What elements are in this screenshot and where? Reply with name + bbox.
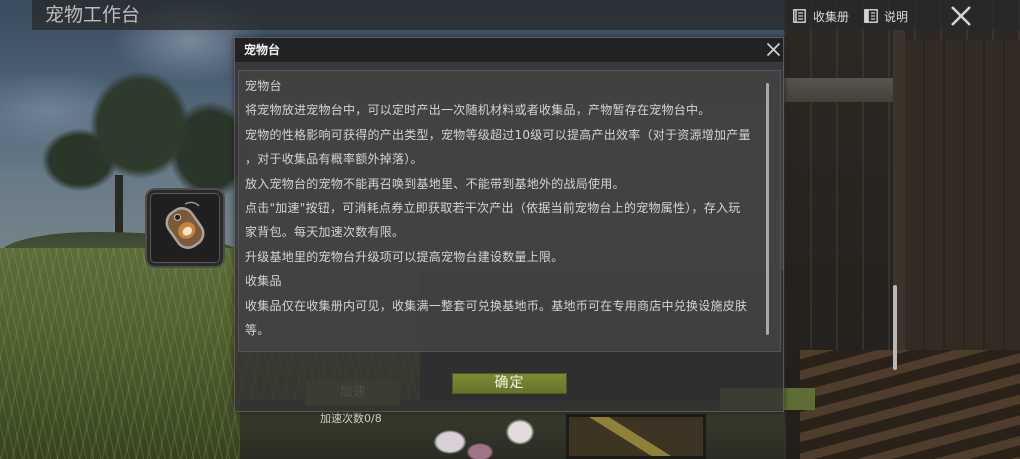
dialog-text: 宠物台 将宠物放进宠物台中，可以定时产出一次随机材料或者收集品，产物暂存在宠物台… <box>245 74 763 342</box>
speed-up-count-label: 加速次数 <box>320 412 364 425</box>
manual-icon <box>864 9 878 23</box>
description-line: 家背包。每天加速次数有限。 <box>245 225 405 240</box>
wooden-panel <box>905 40 1020 350</box>
description-line: ，对于收集品有概率额外掉落）。 <box>245 152 423 167</box>
dialog-content-panel: 宠物台 将宠物放进宠物台中，可以定时产出一次随机材料或者收集品，产物暂存在宠物台… <box>238 70 781 352</box>
description-line: 将宠物放进宠物台中，可以定时产出一次随机材料或者收集品，产物暂存在宠物台中。 <box>245 103 711 118</box>
collection-book-label: 收集册 <box>813 9 850 24</box>
description-line: 放入宠物台的宠物不能再召唤到基地里、不能带到基地外的战局使用。 <box>245 176 625 191</box>
section-heading: 宠物台 <box>245 79 282 93</box>
game-screen: 宠物工作台 收集册 说明 加速次数0/8 宠物台 宠物台 将宠物放进宠物台中，可… <box>0 0 1020 459</box>
help-label: 说明 <box>884 9 909 24</box>
book-list-icon <box>793 9 807 23</box>
wooden-stairs <box>800 350 1020 459</box>
top-bar: 宠物工作台 收集册 说明 <box>32 0 1020 30</box>
speed-up-count-value: 0/8 <box>364 412 382 425</box>
pet-slot[interactable] <box>145 188 225 268</box>
dialog-close-button[interactable] <box>766 42 781 57</box>
wooden-beam <box>784 78 904 102</box>
close-button[interactable] <box>950 5 972 27</box>
workstation-scrollbar[interactable] <box>893 285 897 370</box>
confirm-button[interactable]: 确定 <box>452 373 567 394</box>
dialog-header: 宠物台 <box>235 38 783 63</box>
description-line: 收集品仅在收集册内可见，收集满一整套可兑换基地币。基地币可在专用商店中兑换设施皮… <box>245 298 748 313</box>
help-button[interactable]: 说明 <box>864 8 908 24</box>
speed-up-count: 加速次数0/8 <box>320 412 382 426</box>
dialog-title: 宠物台 <box>244 43 281 57</box>
pet-character <box>420 412 550 459</box>
collection-book-button[interactable]: 收集册 <box>793 8 849 24</box>
close-icon <box>951 6 971 26</box>
pet-station-dialog: 宠物台 宠物台 将宠物放进宠物台中，可以定时产出一次随机材料或者收集品，产物暂存… <box>234 37 784 412</box>
content-scrollbar[interactable] <box>766 83 769 335</box>
supply-crate <box>566 414 706 459</box>
description-line: 升级基地里的宠物台升级项可以提高宠物台建设数量上限。 <box>245 249 564 264</box>
description-line: 宠物的性格影响可获得的产出类型，宠物等级超过10级可以提高产出效率（对于资源增加… <box>245 127 751 142</box>
description-line: 等。 <box>245 322 270 337</box>
section-heading: 收集品 <box>245 274 282 289</box>
page-title: 宠物工作台 <box>45 4 141 26</box>
description-line: 点击"加速"按钮，可消耗点券立即获取若干次产出（依据当前宠物台上的宠物属性），存… <box>245 200 741 215</box>
close-icon <box>766 42 781 57</box>
dog-tag-icon <box>165 201 205 249</box>
